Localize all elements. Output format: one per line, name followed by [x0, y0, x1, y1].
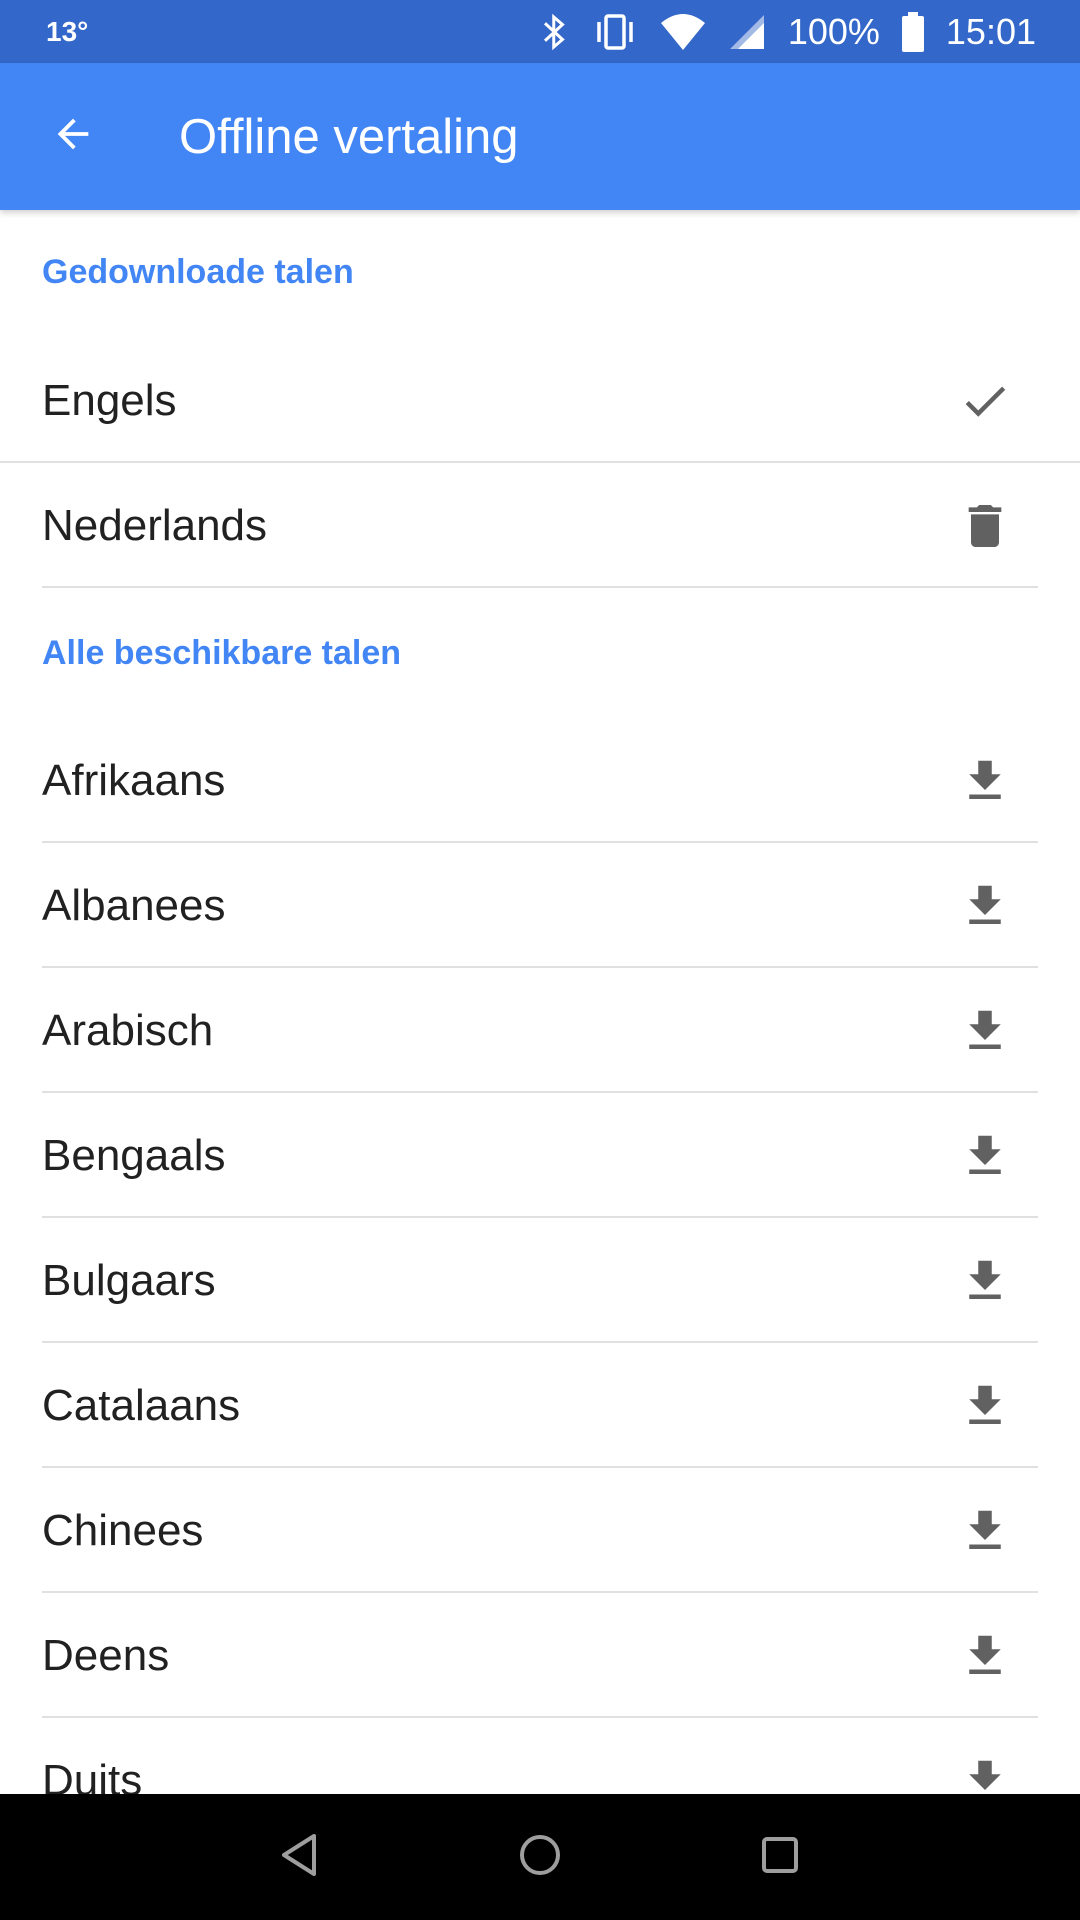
- battery-icon: [901, 11, 924, 52]
- language-label: Bengaals: [42, 1130, 226, 1180]
- download-icon[interactable]: [952, 748, 1018, 814]
- language-list[interactable]: Gedownloade talen Engels Nederlands Alle…: [0, 210, 1080, 1794]
- download-icon[interactable]: [952, 1623, 1018, 1689]
- nav-recents-button[interactable]: [730, 1807, 830, 1907]
- language-label: Arabisch: [42, 1005, 214, 1055]
- temperature-text: 13°: [46, 15, 89, 47]
- wifi-icon: [660, 13, 706, 51]
- language-row-afrikaans[interactable]: Afrikaans: [0, 718, 1080, 843]
- cell-signal-icon: [728, 13, 766, 51]
- download-icon[interactable]: [952, 1748, 1018, 1794]
- language-row-bengaals[interactable]: Bengaals: [0, 1093, 1080, 1218]
- download-icon[interactable]: [952, 1248, 1018, 1314]
- square-recents-icon: [760, 1835, 800, 1880]
- language-row-nederlands[interactable]: Nederlands: [0, 463, 1080, 588]
- download-icon[interactable]: [952, 873, 1018, 939]
- status-icons: 100% 15:01: [540, 11, 1036, 53]
- language-label: Engels: [42, 375, 177, 425]
- back-button[interactable]: [18, 82, 128, 192]
- check-icon: [952, 368, 1018, 434]
- page-title: Offline vertaling: [179, 109, 519, 164]
- language-row-engels[interactable]: Engels: [0, 338, 1080, 463]
- language-label: Catalaans: [42, 1380, 241, 1430]
- language-row-bulgaars[interactable]: Bulgaars: [0, 1218, 1080, 1343]
- bluetooth-icon: [540, 12, 570, 52]
- arrow-back-icon: [50, 111, 96, 162]
- app-bar: Offline vertaling: [0, 63, 1080, 210]
- nav-home-button[interactable]: [490, 1807, 590, 1907]
- triangle-back-icon: [278, 1832, 322, 1883]
- download-icon[interactable]: [952, 1498, 1018, 1564]
- circle-home-icon: [518, 1833, 562, 1882]
- download-icon[interactable]: [952, 1373, 1018, 1439]
- clock-text: 15:01: [945, 10, 1036, 52]
- delete-icon[interactable]: [952, 493, 1018, 559]
- language-label: Bulgaars: [42, 1255, 216, 1305]
- status-bar: 13° 100% 15:01: [0, 0, 1080, 63]
- language-row-chinees[interactable]: Chinees: [0, 1468, 1080, 1593]
- nav-back-button[interactable]: [250, 1807, 350, 1907]
- download-icon[interactable]: [952, 1123, 1018, 1189]
- battery-percent: 100%: [787, 10, 880, 52]
- section-header-available: Alle beschikbare talen: [42, 633, 402, 672]
- language-label: Afrikaans: [42, 755, 226, 805]
- section-header-downloaded: Gedownloade talen: [42, 252, 354, 291]
- vibrate-icon: [592, 12, 638, 52]
- language-label: Deens: [42, 1630, 170, 1680]
- language-label: Albanees: [42, 880, 226, 930]
- language-label: Duits: [42, 1755, 143, 1795]
- download-icon[interactable]: [952, 998, 1018, 1064]
- system-nav-bar: [0, 1794, 1080, 1920]
- language-label: Nederlands: [42, 500, 268, 550]
- language-row-duits[interactable]: Duits: [0, 1718, 1080, 1794]
- language-row-arabisch[interactable]: Arabisch: [0, 968, 1080, 1093]
- language-row-catalaans[interactable]: Catalaans: [0, 1343, 1080, 1468]
- language-row-albanees[interactable]: Albanees: [0, 843, 1080, 968]
- language-row-deens[interactable]: Deens: [0, 1593, 1080, 1718]
- language-label: Chinees: [42, 1505, 204, 1555]
